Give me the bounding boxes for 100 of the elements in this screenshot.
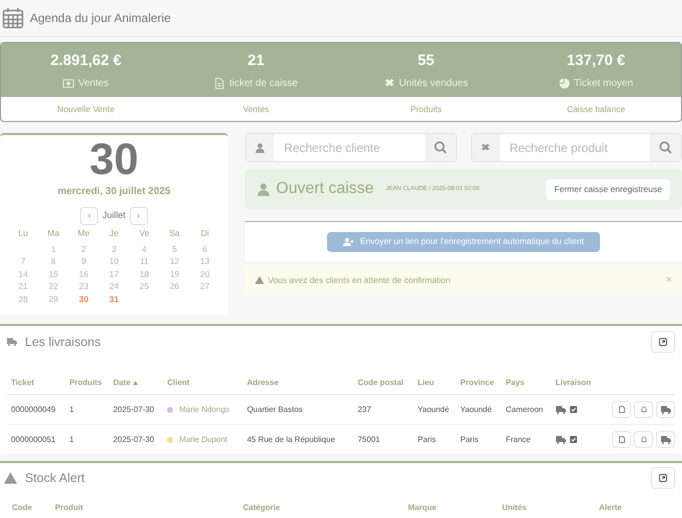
calendar-day[interactable]: 18 <box>129 268 160 280</box>
column-header[interactable]: Marque <box>408 503 502 513</box>
table-cell: 237 <box>354 394 414 424</box>
calendar-day[interactable]: 1 <box>38 242 69 255</box>
calendar-day[interactable]: 4 <box>129 242 160 255</box>
column-header[interactable]: Pays <box>502 372 552 394</box>
weekday-label: Sa <box>168 227 181 240</box>
calendar-day[interactable]: 5 <box>159 242 190 255</box>
notify-button[interactable] <box>634 401 653 418</box>
calendar-day[interactable]: 19 <box>159 268 190 280</box>
notify-button[interactable] <box>634 431 653 448</box>
calendar-day[interactable]: 10 <box>98 255 130 268</box>
calendar-day[interactable]: 31 <box>98 292 130 305</box>
column-header[interactable]: Produit <box>55 503 243 513</box>
calendar-day[interactable]: 23 <box>68 280 99 292</box>
stat-label: Unités vendues <box>399 77 468 91</box>
weekday-label: Lu <box>17 227 29 240</box>
calendar-day[interactable]: 25 <box>129 280 160 292</box>
column-header[interactable]: Lieu <box>414 372 456 394</box>
delivery-checkbox[interactable] <box>570 406 576 413</box>
warning-icon <box>4 472 17 484</box>
delivery-checkbox[interactable] <box>570 436 576 443</box>
calendar-day[interactable]: 6 <box>190 242 220 255</box>
column-header[interactable]: Unités <box>502 503 599 513</box>
calendar-day[interactable]: 24 <box>98 280 130 292</box>
delivery-button[interactable] <box>656 431 675 448</box>
truck-icon <box>556 436 566 444</box>
receipt-button[interactable] <box>612 401 631 418</box>
column-header[interactable]: Province <box>456 372 502 394</box>
stat-value: 137,70 € <box>566 52 626 70</box>
calendar-day[interactable]: 28 <box>8 292 38 305</box>
weekday-label: Ve <box>138 227 150 240</box>
column-header[interactable]: Ticket <box>7 372 66 394</box>
close-button[interactable]: × <box>666 272 672 288</box>
table-cell: 45 Rue de la République <box>242 424 354 454</box>
calendar-day[interactable]: 11 <box>129 255 160 268</box>
column-header[interactable]: Livraison <box>552 372 600 394</box>
table-cell: Paris <box>414 424 456 454</box>
column-header[interactable]: Date <box>109 372 164 394</box>
client-link[interactable]: Marie Dupont <box>179 434 228 446</box>
weekday-label: Me <box>76 227 91 240</box>
calendar-day[interactable]: 8 <box>38 255 69 268</box>
truck-icon <box>660 436 670 444</box>
stat-label: Ventes <box>78 77 109 91</box>
close-register-button[interactable]: Fermer caisse enregistreuse <box>546 178 670 200</box>
calendar-day[interactable]: 7 <box>8 255 38 268</box>
table-cell: Quartier Bastos <box>242 394 354 424</box>
warning-icon <box>255 276 264 284</box>
calendar-day[interactable]: 3 <box>98 242 130 255</box>
table-cell: 1 <box>65 394 110 424</box>
quick-link[interactable]: Produits <box>341 102 511 116</box>
column-header[interactable]: Code <box>12 503 55 513</box>
column-header[interactable]: Client <box>163 372 243 394</box>
document-icon <box>214 78 226 89</box>
weekday-label: Ma <box>46 227 60 240</box>
quick-link[interactable]: Ventes <box>171 102 341 116</box>
day-number: 30 <box>90 136 138 184</box>
pie-chart-icon <box>558 78 570 89</box>
calendar-day[interactable]: 13 <box>190 255 220 268</box>
send-link-button[interactable]: Envoyer un lien pour l'enregistrement automatique du client <box>327 232 600 252</box>
receipt-button[interactable] <box>612 431 631 448</box>
calendar-day[interactable]: 20 <box>190 268 220 280</box>
alert-message: Vous avez des clients en attente de confirmation <box>268 274 450 286</box>
calendar-day[interactable]: 27 <box>190 280 220 292</box>
calendar-day[interactable]: 22 <box>38 280 69 292</box>
column-header[interactable]: Alerte <box>599 503 678 513</box>
table-cell: Yaoundé <box>414 394 456 424</box>
quick-link[interactable]: Caisse balance <box>511 102 681 116</box>
calendar-day[interactable]: 17 <box>98 268 130 280</box>
column-header[interactable]: Code postal <box>354 372 414 394</box>
table-cell: France <box>502 424 552 454</box>
expand-button[interactable] <box>651 331 675 353</box>
calendar-day[interactable]: 29 <box>38 292 69 305</box>
calendar-day[interactable]: 21 <box>8 280 38 292</box>
delivery-button[interactable] <box>656 401 675 418</box>
column-header[interactable]: Adresse <box>242 372 354 394</box>
calendar-day[interactable]: 2 <box>68 242 99 255</box>
previous-month-button[interactable]: ‹ <box>80 207 98 225</box>
calendar-day[interactable]: 15 <box>38 268 69 280</box>
column-header[interactable]: Catégorie <box>243 503 408 513</box>
stat-label: ticket de caisse <box>229 77 298 91</box>
document-icon <box>618 406 624 413</box>
calendar-day[interactable]: 9 <box>68 255 99 268</box>
section-title: Stock Alert <box>25 470 85 487</box>
client-link[interactable]: Marie Ndongo <box>179 404 230 416</box>
calendar-day[interactable]: 12 <box>159 255 190 268</box>
next-month-button[interactable]: › <box>130 207 148 225</box>
table-cell: 0000000051 <box>7 424 66 454</box>
column-header[interactable]: Produits <box>65 372 110 394</box>
expand-button[interactable] <box>651 467 675 489</box>
table-cell: 2025-07-30 <box>109 394 164 424</box>
calendar-day[interactable]: 14 <box>8 268 38 280</box>
table-cell: 2025-07-30 <box>109 424 164 454</box>
expand-icon <box>659 474 667 482</box>
calendar-day[interactable]: 30 <box>68 292 99 305</box>
stat-value: 55 <box>418 52 434 70</box>
calendar-day[interactable]: 16 <box>68 268 99 280</box>
quick-link[interactable]: Nouvelle Vente <box>1 102 171 116</box>
calendar-day[interactable]: 26 <box>159 280 190 292</box>
month-label: Juillet <box>102 209 126 222</box>
